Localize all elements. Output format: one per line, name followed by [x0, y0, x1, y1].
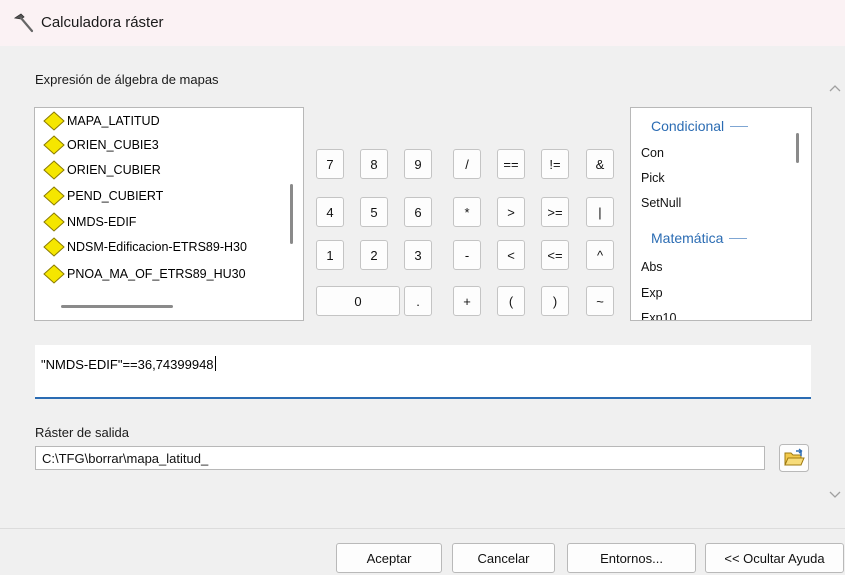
- ok-button[interactable]: Aceptar: [336, 543, 442, 573]
- key-or[interactable]: |: [586, 197, 614, 227]
- function-item[interactable]: Exp: [641, 286, 663, 300]
- environments-button[interactable]: Entornos...: [567, 543, 696, 573]
- function-list[interactable]: Condicional Con Pick SetNull Matemática …: [630, 107, 812, 321]
- hide-help-button[interactable]: << Ocultar Ayuda: [705, 543, 844, 573]
- layer-list-vscrollbar[interactable]: [290, 184, 293, 244]
- raster-layer-icon: [43, 212, 65, 232]
- key-3[interactable]: 3: [404, 240, 432, 270]
- layer-label: MAPA_LATITUD: [67, 114, 160, 128]
- expression-editor[interactable]: "NMDS-EDIF"==36,74399948: [35, 345, 811, 399]
- function-item[interactable]: Con: [641, 146, 664, 160]
- key-less[interactable]: <: [497, 240, 525, 270]
- key-9[interactable]: 9: [404, 149, 432, 179]
- hammer-icon: [13, 13, 34, 33]
- layer-item[interactable]: ORIEN_CUBIER: [43, 160, 161, 180]
- key-xor[interactable]: ^: [586, 240, 614, 270]
- raster-layer-icon: [43, 186, 65, 206]
- layer-list-hscrollbar[interactable]: [61, 305, 173, 308]
- key-greater[interactable]: >: [497, 197, 525, 227]
- layer-item[interactable]: PEND_CUBIERT: [43, 186, 163, 206]
- cancel-button[interactable]: Cancelar: [452, 543, 555, 573]
- key-decimal[interactable]: .: [404, 286, 432, 316]
- key-open-paren[interactable]: (: [497, 286, 525, 316]
- function-item[interactable]: Pick: [641, 171, 665, 185]
- key-greater-equal[interactable]: >=: [541, 197, 569, 227]
- layer-label: NMDS-EDIF: [67, 215, 137, 229]
- layer-label: ORIEN_CUBIE3: [67, 138, 159, 152]
- function-category-label: Matemática: [651, 230, 724, 246]
- scroll-up-icon[interactable]: [828, 82, 842, 96]
- layer-label: NDSM-Edificacion-ETRS89-H30: [67, 240, 247, 254]
- key-6[interactable]: 6: [404, 197, 432, 227]
- function-category: Condicional: [651, 116, 749, 136]
- key-not-equal[interactable]: !=: [541, 149, 569, 179]
- expression-text: "NMDS-EDIF"==36,74399948: [41, 357, 214, 372]
- key-5[interactable]: 5: [360, 197, 388, 227]
- key-less-equal[interactable]: <=: [541, 240, 569, 270]
- raster-layer-icon: [43, 135, 65, 155]
- raster-layer-icon: [43, 111, 65, 131]
- function-list-vscrollbar[interactable]: [796, 133, 799, 163]
- key-2[interactable]: 2: [360, 240, 388, 270]
- layer-item[interactable]: ORIEN_CUBIE3: [43, 135, 159, 155]
- key-and[interactable]: &: [586, 149, 614, 179]
- key-8[interactable]: 8: [360, 149, 388, 179]
- layer-label: ORIEN_CUBIER: [67, 163, 161, 177]
- expression-label: Expresión de álgebra de mapas: [35, 72, 219, 87]
- browse-folder-icon[interactable]: [779, 444, 809, 472]
- footer-separator: [0, 528, 845, 529]
- layer-label: PNOA_MA_OF_ETRS89_HU30: [67, 267, 246, 281]
- output-label: Ráster de salida: [35, 425, 129, 440]
- title-bar: Calculadora ráster: [0, 0, 845, 46]
- key-not[interactable]: ~: [586, 286, 614, 316]
- raster-layer-icon: [43, 237, 65, 257]
- layer-item[interactable]: NMDS-EDIF: [43, 212, 136, 232]
- key-4[interactable]: 4: [316, 197, 344, 227]
- key-1[interactable]: 1: [316, 240, 344, 270]
- key-plus[interactable]: +: [453, 286, 481, 316]
- text-caret: [214, 356, 216, 371]
- layer-list[interactable]: MAPA_LATITUD ORIEN_CUBIE3 ORIEN_CUBIER P…: [34, 107, 304, 321]
- layer-item[interactable]: PNOA_MA_OF_ETRS89_HU30: [43, 264, 246, 284]
- key-divide[interactable]: /: [453, 149, 481, 179]
- function-category-label: Condicional: [651, 118, 725, 134]
- layer-item[interactable]: NDSM-Edificacion-ETRS89-H30: [43, 237, 247, 257]
- layer-label: PEND_CUBIERT: [67, 189, 164, 203]
- key-equal[interactable]: ==: [497, 149, 525, 179]
- layer-item[interactable]: MAPA_LATITUD: [43, 111, 160, 131]
- function-item[interactable]: SetNull: [641, 196, 681, 210]
- window-title: Calculadora ráster: [41, 14, 164, 31]
- key-close-paren[interactable]: ): [541, 286, 569, 316]
- function-category: Matemática: [651, 228, 748, 248]
- raster-layer-icon: [43, 160, 65, 180]
- output-raster-field[interactable]: [35, 446, 765, 470]
- key-0[interactable]: 0: [316, 286, 400, 316]
- key-7[interactable]: 7: [316, 149, 344, 179]
- key-multiply[interactable]: *: [453, 197, 481, 227]
- function-item[interactable]: Abs: [641, 260, 663, 274]
- function-item[interactable]: Exp10: [641, 311, 676, 320]
- raster-layer-icon: [43, 264, 65, 284]
- key-minus[interactable]: -: [453, 240, 481, 270]
- scroll-down-icon[interactable]: [828, 487, 842, 501]
